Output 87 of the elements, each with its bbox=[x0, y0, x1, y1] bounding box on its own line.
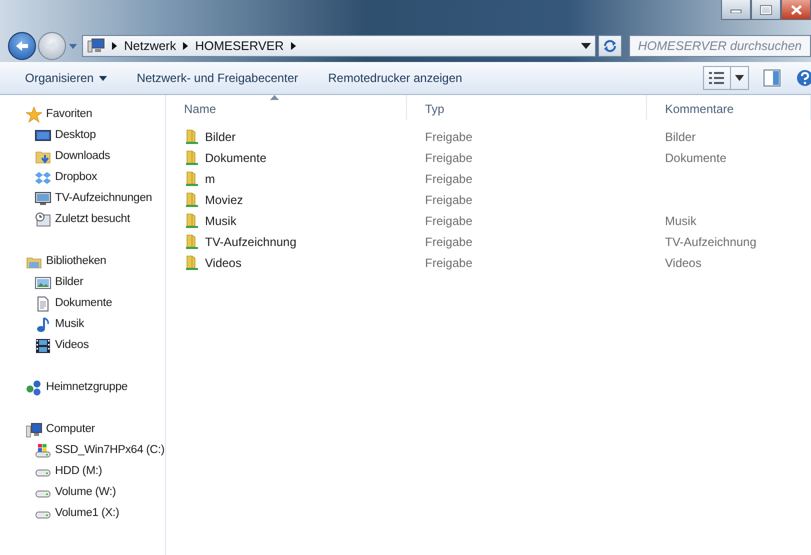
computer-icon bbox=[26, 422, 42, 438]
refresh-icon bbox=[602, 39, 618, 53]
sidebar-item[interactable]: Volume1 (X:) bbox=[0, 503, 165, 524]
sidebar-item[interactable]: Downloads bbox=[0, 146, 165, 167]
sidebar-item[interactable]: Dropbox bbox=[0, 167, 165, 188]
shared-folder-icon bbox=[184, 212, 200, 228]
table-cell-text: Freigabe bbox=[424, 128, 474, 146]
column-header[interactable]: Kommentare bbox=[647, 95, 811, 120]
file-name-cell[interactable]: Videos bbox=[166, 254, 407, 272]
file-name-cell[interactable]: Dokumente bbox=[166, 148, 407, 166]
music-note-icon bbox=[35, 316, 51, 332]
sidebar-item[interactable]: Volume (W:) bbox=[0, 482, 165, 503]
view-options-button[interactable] bbox=[703, 66, 749, 90]
sidebar-item[interactable]: HDD (M:) bbox=[0, 461, 165, 482]
minimize-icon bbox=[730, 6, 742, 12]
separator-arrow-icon[interactable] bbox=[182, 41, 190, 51]
close-button[interactable] bbox=[781, 0, 811, 20]
shared-folder-icon bbox=[184, 234, 200, 250]
star-icon bbox=[26, 106, 42, 122]
shared-folder-icon bbox=[184, 254, 200, 270]
table-cell-text: Freigabe bbox=[424, 150, 474, 166]
breadcrumb[interactable]: Netzwerk bbox=[124, 36, 176, 56]
back-arrow-icon bbox=[15, 40, 29, 52]
table-cell-text: Freigabe bbox=[424, 212, 474, 230]
shared-folder-icon bbox=[184, 170, 200, 186]
system-drive-icon bbox=[35, 442, 51, 458]
preview-pane-icon[interactable] bbox=[763, 69, 781, 87]
table-cell-text: Freigabe bbox=[424, 170, 474, 188]
sidebar-item[interactable]: Dokumente bbox=[0, 293, 165, 314]
homegroup-icon bbox=[26, 380, 42, 396]
table-cell-text: Freigabe bbox=[424, 192, 474, 208]
history-dropdown-icon[interactable] bbox=[68, 42, 78, 50]
toolbar-button[interactable]: Netzwerk- und Freigabecenter bbox=[128, 66, 308, 90]
sidebar-item[interactable]: Zuletzt besucht bbox=[0, 209, 165, 230]
film-strip-icon bbox=[35, 338, 51, 354]
desktop-icon bbox=[35, 128, 51, 144]
dropbox-icon bbox=[35, 170, 51, 186]
caret-icon bbox=[735, 75, 744, 81]
separator-arrow-icon[interactable] bbox=[290, 41, 297, 51]
separator-arrow-icon[interactable] bbox=[111, 41, 118, 51]
close-icon bbox=[790, 4, 802, 14]
table-cell-text: Videos bbox=[664, 254, 702, 272]
shared-folder-icon bbox=[184, 150, 200, 166]
caret-icon bbox=[98, 76, 107, 80]
refresh-button[interactable] bbox=[598, 35, 622, 57]
file-name-cell[interactable]: m bbox=[166, 170, 407, 188]
sidebar-item[interactable]: Desktop bbox=[0, 125, 165, 146]
download-folder-icon bbox=[35, 148, 51, 164]
maximize-icon bbox=[760, 4, 772, 14]
sidebar-item[interactable]: SSD_Win7HPx64 (C:) bbox=[0, 440, 165, 461]
sidebar-item[interactable]: Musik bbox=[0, 314, 165, 335]
table-cell-text: Freigabe bbox=[424, 234, 474, 250]
organize-menu-button[interactable]: Organisieren bbox=[16, 66, 116, 90]
file-name-cell[interactable]: TV-Aufzeichnung bbox=[166, 232, 407, 250]
sidebar-item[interactable]: Bilder bbox=[0, 272, 165, 293]
breadcrumb[interactable]: HOMESERVER bbox=[195, 36, 284, 56]
dropdown-caret-icon[interactable] bbox=[581, 43, 591, 49]
file-name-cell[interactable]: Bilder bbox=[166, 128, 407, 146]
minimize-button[interactable] bbox=[721, 0, 751, 20]
toolbar-button[interactable]: Remotedrucker anzeigen bbox=[319, 66, 472, 90]
sidebar-item[interactable]: Favoriten bbox=[0, 104, 165, 125]
shared-folder-icon bbox=[184, 128, 200, 144]
table-cell-text: Dokumente bbox=[664, 150, 726, 166]
help-icon[interactable] bbox=[795, 69, 811, 87]
document-icon bbox=[35, 296, 51, 312]
details-view-icon bbox=[708, 71, 726, 85]
table-cell-text: TV-Aufzeichnung bbox=[664, 234, 756, 250]
recent-places-icon bbox=[35, 212, 51, 228]
table-cell-text: Musik bbox=[664, 212, 696, 230]
file-name-cell[interactable]: Musik bbox=[166, 212, 407, 230]
maximize-button[interactable] bbox=[751, 0, 781, 20]
sidebar-item[interactable]: Bibliotheken bbox=[0, 251, 165, 272]
sidebar-item[interactable]: Computer bbox=[0, 419, 165, 440]
sidebar-item[interactable]: TV-Aufzeichnungen bbox=[0, 188, 165, 209]
table-cell-text: Bilder bbox=[664, 128, 696, 146]
back-button[interactable] bbox=[8, 32, 36, 60]
network-computer-icon bbox=[87, 38, 105, 54]
search-field[interactable]: HOMESERVER durchsuchen bbox=[629, 35, 811, 57]
sidebar-item[interactable]: Heimnetzgruppe bbox=[0, 377, 165, 398]
monitor-icon bbox=[35, 190, 51, 206]
table-cell-text: Freigabe bbox=[424, 254, 474, 272]
shared-folder-icon bbox=[184, 192, 200, 208]
address-bar[interactable]: Netzwerk HOMESERVER bbox=[82, 35, 596, 57]
picture-icon bbox=[35, 274, 51, 290]
file-name-cell[interactable]: Moviez bbox=[166, 190, 407, 208]
sidebar-item[interactable]: Videos bbox=[0, 335, 165, 356]
column-header[interactable]: Typ bbox=[407, 95, 647, 120]
